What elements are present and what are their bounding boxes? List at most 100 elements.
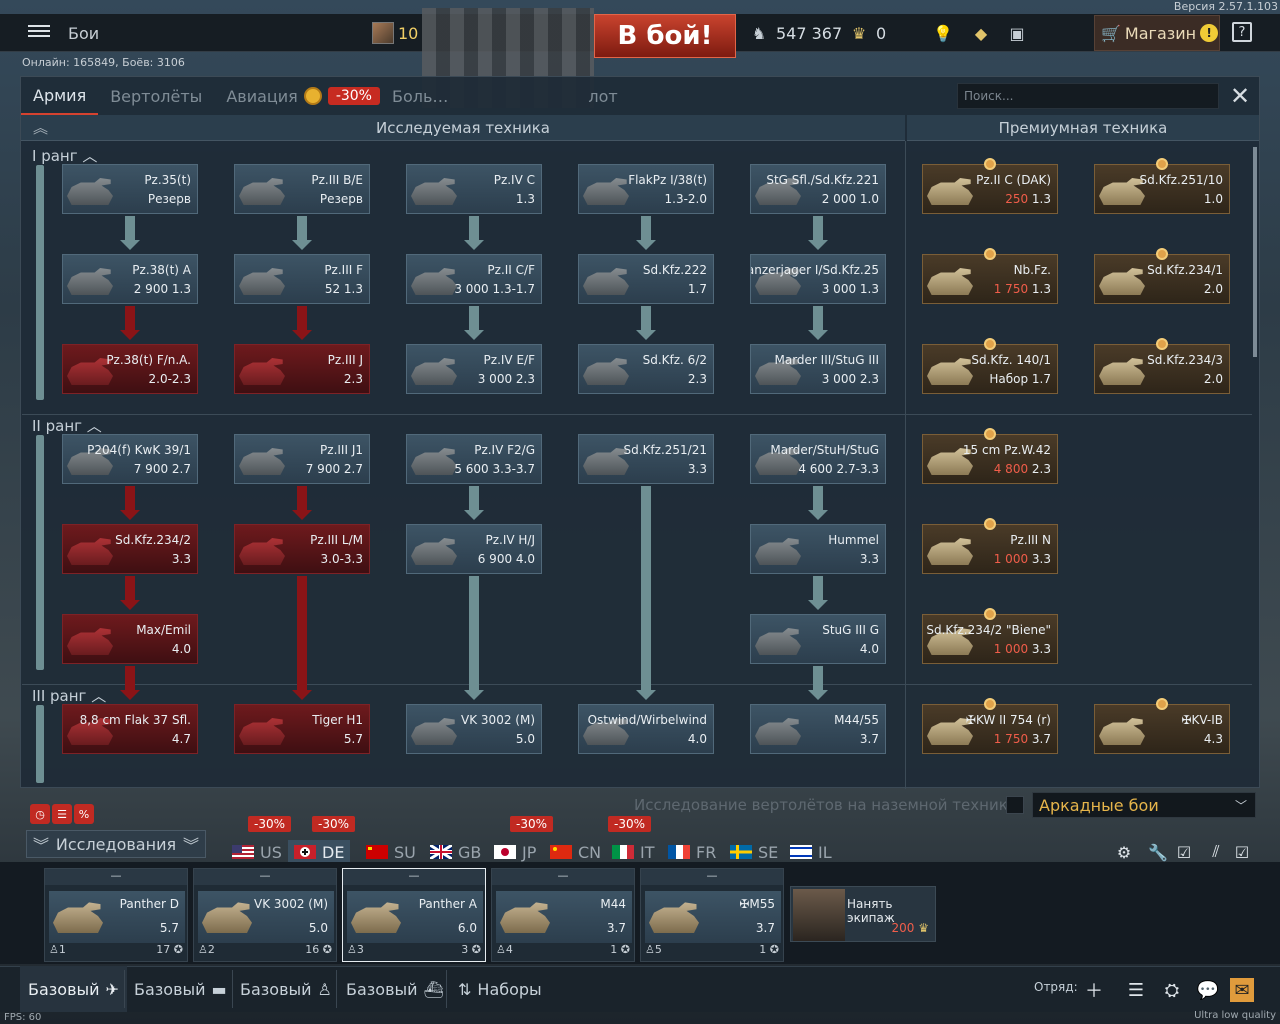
vehicle-card[interactable]: Tiger H1 5.7 [234,704,370,754]
golden-eagles[interactable]: ♛ 0 [848,22,886,44]
vehicle-card[interactable]: 15 cm Pz.W.42 4 800 2.3 [922,434,1058,484]
tab-fleet-suffix[interactable]: лот [576,77,629,115]
vehicle-card[interactable]: P204(f) KwK 39/1 7 900 2.7 [62,434,198,484]
crew-slot[interactable]: — Panther D 5.7 ♙1 17 ✪ [44,868,188,962]
vehicle-card[interactable]: Sd.Kfz.234/2 "Biene" 1 000 3.3 [922,614,1058,664]
nation-us[interactable]: US [232,840,282,864]
to-battle-button[interactable]: В бой! [594,14,736,58]
nation-de[interactable]: DE [288,840,351,864]
premium-button[interactable]: ◆ [970,22,992,44]
tab-aviation[interactable]: Авиация [214,77,310,115]
collapse-icon[interactable]: ︽ [33,117,48,138]
vehicle-card[interactable]: Sd.Kfz.234/3 2.0 [1094,344,1230,394]
vehicle-card[interactable]: Panzerjager I/Sd.Kfz.25 3 000 1.3 [750,254,886,304]
preset-infantry[interactable]: Базовый ♙ [232,966,340,1012]
vehicle-card[interactable]: StuG III G 4.0 [750,614,886,664]
vehicle-card[interactable]: Pz.38(t) A 2 900 1.3 [62,254,198,304]
add-squad-icon[interactable]: ＋ [1082,978,1106,1002]
vehicle-card[interactable]: Pz.III J1 7 900 2.7 [234,434,370,484]
player-profile[interactable]: 10 [372,22,418,44]
vehicle-card[interactable]: 8,8 cm Flak 37 Sfl. 4.7 [62,704,198,754]
crew-slot[interactable]: — ✠M55 3.7 ♙5 1 ✪ [640,868,784,962]
menu-icon[interactable] [28,22,50,40]
help-button[interactable]: ? [1232,22,1252,42]
vehicle-card[interactable]: Pz.III F 52 1.3 [234,254,370,304]
vehicle-card[interactable]: Hummel 3.3 [750,524,886,574]
nation-su[interactable]: SU [366,840,416,864]
hire-crew-button[interactable]: Нанять экипаж 200 ♛ [790,886,936,942]
checkmark-icon[interactable]: ☑ [1232,842,1252,862]
list-icon[interactable]: ☰ [1124,978,1148,1002]
vehicle-card[interactable]: Sd.Kfz.251/21 3.3 [578,434,714,484]
nation-gb[interactable]: GB [430,840,481,864]
vehicle-card[interactable]: Sd.Kfz. 140/1 Набор 1.7 [922,344,1058,394]
vehicle-card[interactable]: Pz.35(t) Резерв [62,164,198,214]
crew-slot[interactable]: — Panther A 6.0 ♙3 3 ✪ [342,868,486,962]
nation-jp[interactable]: JP [494,840,536,864]
scrollbar[interactable] [1253,147,1257,357]
vehicle-card[interactable]: FlakPz I/38(t) 1.3-2.0 [578,164,714,214]
bundles-button[interactable]: ⇅ Наборы [450,966,550,1012]
vehicle-card[interactable]: Nb.Fz. 1 750 1.3 [922,254,1058,304]
vehicle-card[interactable]: Pz.III N 1 000 3.3 [922,524,1058,574]
contacts-icon[interactable]: ⛭ [1160,978,1184,1002]
gear-icon[interactable]: ⚙ [1114,842,1134,862]
vehicle-card[interactable]: Sd.Kfz. 6/2 2.3 [578,344,714,394]
heli-research-checkbox[interactable] [1006,796,1024,814]
tab-helicopters[interactable]: Вертолёты [98,77,214,115]
quality-label: Ultra low quality [1194,1010,1276,1021]
vehicle-card[interactable]: Pz.IV E/F 3 000 2.3 [406,344,542,394]
mail-icon[interactable]: ✉ [1230,978,1254,1002]
rank-2-label[interactable]: II ранг ︿ [32,415,102,436]
vehicle-card[interactable]: Max/Emil 4.0 [62,614,198,664]
nation-fr[interactable]: FR [668,840,716,864]
chat-icon[interactable]: 💬 [1196,978,1220,1002]
vehicle-card[interactable]: Pz.III J 2.3 [234,344,370,394]
vehicle-card[interactable]: ✠KV-IB 4.3 [1094,704,1230,754]
vehicle-card[interactable]: Pz.II C/F 3 000 1.3-1.7 [406,254,542,304]
tab-army[interactable]: Армия [21,77,99,115]
vehicle-card[interactable]: Ostwind/Wirbelwind 4.0 [578,704,714,754]
ammo-icon[interactable]: ⫽ [1206,842,1226,862]
crew-slot[interactable]: — VK 3002 (M) 5.0 ♙2 16 ✪ [193,868,337,962]
vehicle-card[interactable]: Sd.Kfz.251/10 1.0 [1094,164,1230,214]
vehicle-card[interactable]: StG Sfl./Sd.Kfz.221 2 000 1.0 [750,164,886,214]
vehicle-card[interactable]: Pz.II C (DAK) 250 1.3 [922,164,1058,214]
preset-ships[interactable]: Базовый ⛴ [338,966,452,1012]
nation-cn[interactable]: CN [550,840,601,864]
tab-fleet[interactable]: Боль… [380,77,460,115]
vehicle-card[interactable]: Pz.IV C 1.3 [406,164,542,214]
crew-slot[interactable]: — M44 3.7 ♙4 1 ✪ [491,868,635,962]
vehicle-card[interactable]: Marder/StuH/StuG 4 600 2.7-3.3 [750,434,886,484]
vehicle-card[interactable]: Sd.Kfz.222 1.7 [578,254,714,304]
vehicle-card[interactable]: ✠KW II 754 (r) 1 750 3.7 [922,704,1058,754]
rank-1-label[interactable]: I ранг ︿ [32,145,97,166]
close-icon[interactable]: ✕ [1227,82,1253,110]
game-mode-select[interactable]: Аркадные бои ﹀ [1032,792,1256,818]
vehicle-card[interactable]: VK 3002 (M) 5.0 [406,704,542,754]
search-input[interactable]: Поиск... [957,83,1219,109]
coupons-button[interactable]: ▣ [1006,22,1028,44]
vehicle-card[interactable]: Pz.III B/E Резерв [234,164,370,214]
preset-ground[interactable]: Базовый ✈ [20,966,127,1012]
vehicle-card[interactable]: Pz.III L/M 3.0-3.3 [234,524,370,574]
vehicle-card[interactable]: Pz.38(t) F/n.A. 2.0-2.3 [62,344,198,394]
checkmark-icon[interactable]: ☑ [1174,842,1194,862]
vehicle-card[interactable]: Pz.IV F2/G 5 600 3.3-3.7 [406,434,542,484]
rank-3-label[interactable]: III ранг ︿ [32,685,106,706]
silver-lions[interactable]: ♞ 547 367 [748,22,842,44]
vehicle-card[interactable]: Pz.IV H/J 6 900 4.0 [406,524,542,574]
nation-it[interactable]: IT [612,840,655,864]
vehicle-card[interactable]: M44/55 3.7 [750,704,886,754]
nation-se[interactable]: SE [730,840,778,864]
preset-tanks[interactable]: Базовый ▬ [126,966,235,1012]
vehicle-card[interactable]: Sd.Kfz.234/1 2.0 [1094,254,1230,304]
tips-button[interactable]: 💡 [932,22,954,44]
wrench-icon[interactable]: 🔧 [1148,842,1168,862]
nation-il[interactable]: IL [790,840,832,864]
menu-label[interactable]: Бои [68,24,99,43]
vehicle-card[interactable]: Sd.Kfz.234/2 3.3 [62,524,198,574]
shop-button[interactable]: 🛒 Магазин ! [1094,15,1220,51]
vehicle-card[interactable]: Marder III/StuG III 3 000 2.3 [750,344,886,394]
research-button[interactable]: ︾ Исследования ︾ [26,830,206,858]
